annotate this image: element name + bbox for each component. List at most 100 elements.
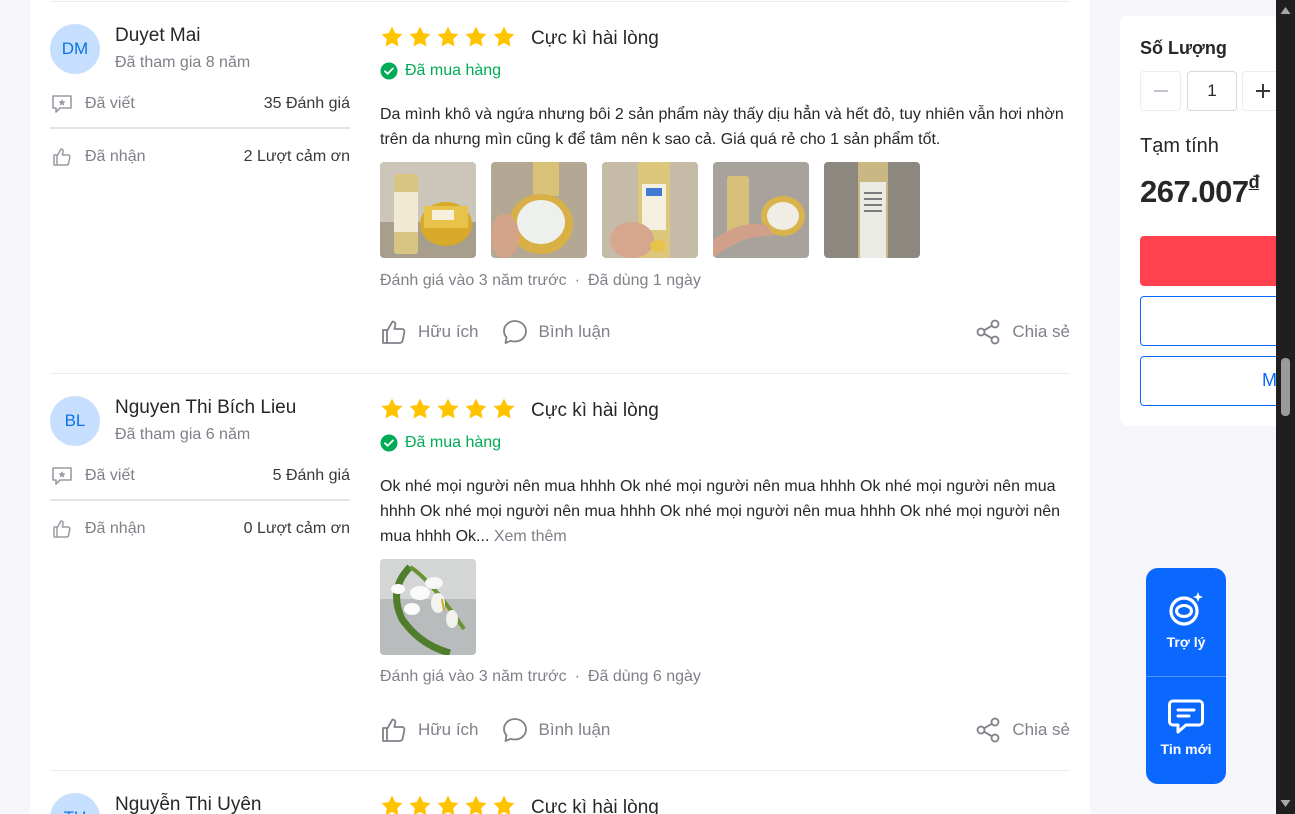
review-text: Da mình khô và ngứa nhưng bôi 2 sản phẩm… (380, 106, 1064, 148)
scrollbar[interactable] (1276, 0, 1295, 814)
quantity-input[interactable] (1187, 71, 1237, 111)
increase-quantity-button[interactable] (1242, 71, 1280, 111)
stat-label: Đã viết (85, 467, 135, 484)
thumbs-up-icon (50, 145, 74, 169)
messages-button[interactable]: Tin mới (1146, 677, 1226, 784)
review-actions: Hữu ích Bình luận Chia sẻ (380, 714, 1070, 746)
usage-duration: Đã dùng 6 ngày (587, 668, 701, 685)
review-photo[interactable] (380, 162, 476, 258)
divider (50, 1, 1070, 2)
share-button[interactable]: Chia sẻ (974, 716, 1070, 744)
share-icon (976, 319, 1000, 345)
stat-label: Đã nhận (85, 520, 146, 537)
assistant-icon (1169, 592, 1203, 626)
star-icon (493, 795, 515, 814)
reviewer-name: Duyet Mai (115, 25, 201, 46)
purchased-label: Đã mua hàng (405, 434, 502, 451)
assistant-button[interactable]: Trợ lý (1146, 568, 1226, 676)
currency-symbol: đ (1248, 172, 1260, 192)
rating-title: Cực kì hài lòng (531, 28, 659, 49)
review-photo[interactable] (602, 162, 698, 258)
separator-dot: · (574, 668, 580, 685)
share-button[interactable]: Chia sẻ (974, 318, 1070, 346)
comment-button[interactable]: Bình luận (501, 716, 610, 744)
rating-title: Cực kì hài lòng (531, 400, 659, 421)
thumbs-up-icon (382, 718, 406, 742)
star-icon (437, 795, 459, 814)
share-label: Chia sẻ (1012, 322, 1070, 341)
share-label: Chia sẻ (1012, 720, 1070, 739)
review-written-icon (50, 92, 74, 116)
stat-label: Đã viết (85, 95, 135, 112)
rating-stars (380, 794, 516, 814)
reviewer-joined: Đã tham gia 6 năm (115, 426, 251, 443)
divider (50, 770, 1070, 771)
star-icon (465, 26, 487, 47)
messages-label: Tin mới (1160, 741, 1212, 757)
scroll-down-icon[interactable] (1280, 798, 1291, 808)
thumbs-up-icon (50, 517, 74, 541)
star-icon (465, 795, 487, 814)
price-value: 267.007 (1140, 174, 1249, 209)
review-photo[interactable] (824, 162, 920, 258)
plus-icon (1255, 84, 1270, 98)
stat-value: 35 Đánh giá (263, 95, 350, 112)
reviews-written-row: Đã viết 5 Đánh giá (50, 464, 350, 488)
floating-widget: Trợ lý Tin mới (1146, 568, 1226, 784)
stat-value: 2 Lượt cảm ơn (243, 148, 350, 165)
buy-later-button[interactable]: M (1140, 356, 1280, 406)
helpful-button[interactable]: Hữu ích (380, 716, 479, 744)
reviews-panel: DM Duyet Mai Đã tham gia 8 năm Đã viết 3… (30, 0, 1090, 814)
subtotal-label: Tạm tính (1140, 135, 1219, 157)
purchased-label: Đã mua hàng (405, 62, 502, 79)
review-written-icon (50, 464, 74, 488)
review-item: DM Duyet Mai Đã tham gia 8 năm Đã viết 3… (50, 24, 1070, 374)
quantity-label: Số Lượng (1140, 38, 1227, 58)
star-icon (409, 398, 431, 419)
reviewer-name: Nguyễn Thi Uyên (115, 794, 262, 814)
review-photos (380, 162, 920, 258)
helpful-button[interactable]: Hữu ích (380, 318, 479, 346)
stat-label: Đã nhận (85, 148, 146, 165)
chat-icon (1168, 699, 1204, 734)
helpful-label: Hữu ích (418, 720, 479, 739)
divider (50, 499, 350, 501)
reviews-written-row: Đã viết 35 Đánh giá (50, 92, 350, 116)
review-item: BL Nguyen Thi Bích Lieu Đã tham gia 6 nă… (50, 396, 1070, 771)
thanks-received-row: Đã nhận 0 Lượt cảm ơn (50, 517, 350, 541)
review-meta: Đánh giá vào 3 năm trước · Đã dùng 6 ngày (380, 668, 701, 686)
review-date: Đánh giá vào 3 năm trước (380, 272, 567, 289)
scroll-up-icon[interactable] (1280, 6, 1291, 16)
review-item: TU Nguyễn Thi Uyên Cực kì hài lòng (50, 793, 1070, 814)
star-icon (381, 26, 403, 47)
thanks-received-row: Đã nhận 2 Lượt cảm ơn (50, 145, 350, 169)
see-more-link[interactable]: Xem thêm (489, 528, 567, 545)
button-label: M (1262, 370, 1277, 390)
rating-stars (380, 397, 516, 421)
purchase-card: Số Lượng Tạm tính 267.007đ M (1120, 16, 1280, 426)
stat-value: 0 Lượt cảm ơn (243, 520, 350, 537)
star-icon (409, 26, 431, 47)
review-photo[interactable] (380, 559, 476, 655)
avatar: BL (50, 396, 100, 446)
comment-icon (502, 718, 527, 742)
star-icon (465, 398, 487, 419)
review-text-body: Ok nhé mọi người nên mua hhhh Ok nhé mọi… (380, 478, 1061, 545)
scrollbar-thumb[interactable] (1281, 358, 1290, 416)
decrease-quantity-button[interactable] (1140, 71, 1181, 111)
review-date: Đánh giá vào 3 năm trước (380, 668, 567, 685)
review-photo[interactable] (713, 162, 809, 258)
add-to-cart-button[interactable] (1140, 296, 1280, 346)
star-icon (493, 26, 515, 47)
star-icon (381, 795, 403, 814)
review-photo[interactable] (491, 162, 587, 258)
star-icon (493, 398, 515, 419)
star-icon (409, 795, 431, 814)
star-icon (381, 398, 403, 419)
buy-now-button[interactable] (1140, 236, 1280, 286)
star-icon (437, 26, 459, 47)
review-meta: Đánh giá vào 3 năm trước · Đã dùng 1 ngày (380, 272, 701, 290)
subtotal-price: 267.007đ (1140, 172, 1260, 210)
review-actions: Hữu ích Bình luận Chia sẻ (380, 316, 1070, 348)
comment-button[interactable]: Bình luận (501, 318, 610, 346)
